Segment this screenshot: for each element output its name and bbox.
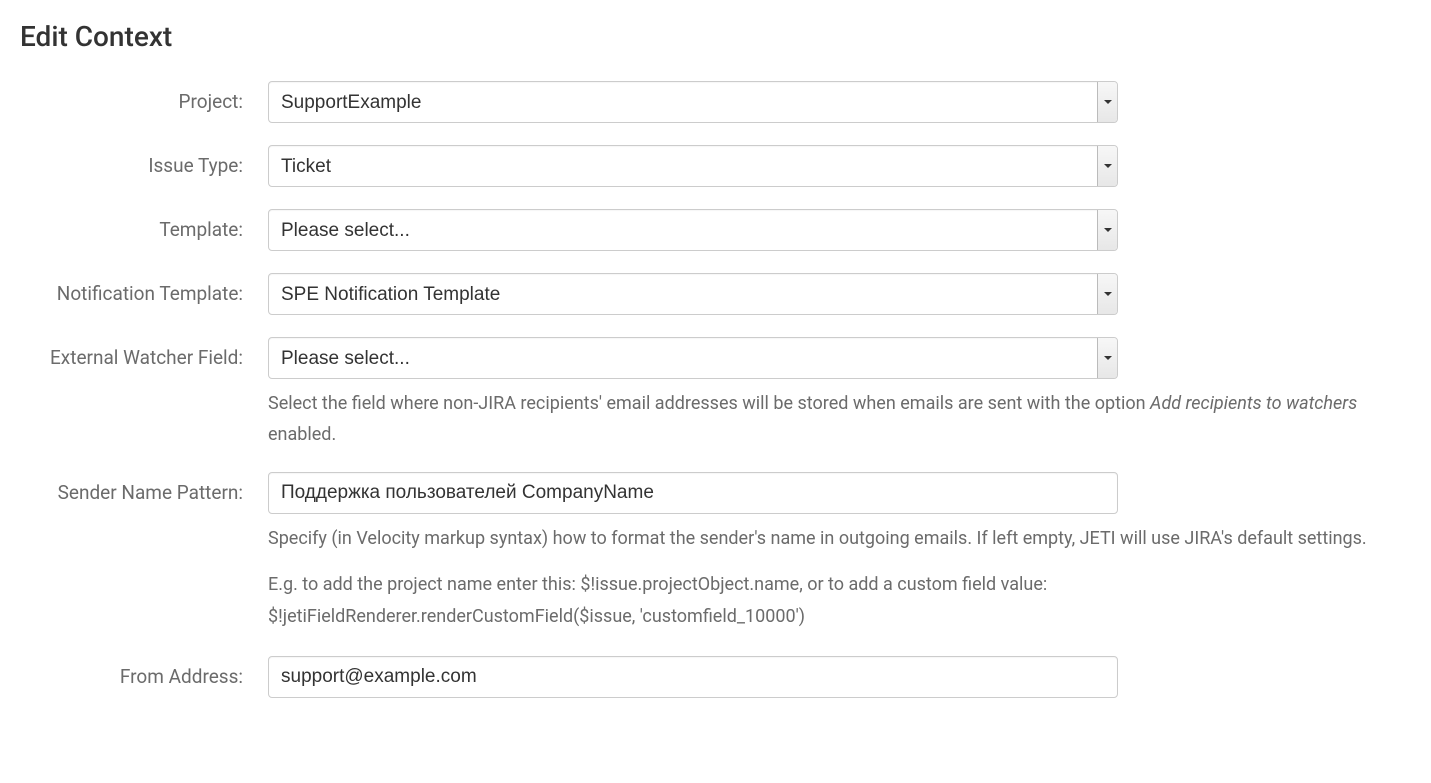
sender-name-row: Sender Name Pattern: Specify (in Velocit…	[20, 472, 1411, 633]
sender-name-label: Sender Name Pattern:	[20, 472, 268, 508]
external-watcher-select[interactable]: Please select...	[268, 337, 1118, 379]
notification-template-label: Notification Template:	[20, 273, 268, 309]
template-row: Template: Please select...	[20, 209, 1411, 251]
page-title: Edit Context	[20, 20, 1411, 53]
issue-type-label: Issue Type:	[20, 145, 268, 181]
notification-template-select[interactable]: SPE Notification Template	[268, 273, 1118, 315]
project-label: Project:	[20, 81, 268, 117]
from-address-label: From Address:	[20, 656, 268, 692]
edit-context-form: Project: SupportExample Issue Type: Tick…	[20, 81, 1411, 698]
from-address-row: From Address:	[20, 656, 1411, 698]
issue-type-select[interactable]: Ticket	[268, 145, 1118, 187]
template-label: Template:	[20, 209, 268, 245]
sender-name-help: Specify (in Velocity markup syntax) how …	[268, 524, 1411, 555]
from-address-input[interactable]	[268, 656, 1118, 698]
sender-name-input[interactable]	[268, 472, 1118, 514]
external-watcher-help: Select the field where non-JIRA recipien…	[268, 389, 1411, 450]
notification-template-row: Notification Template: SPE Notification …	[20, 273, 1411, 315]
external-watcher-row: External Watcher Field: Please select...…	[20, 337, 1411, 450]
project-row: Project: SupportExample	[20, 81, 1411, 123]
template-select[interactable]: Please select...	[268, 209, 1118, 251]
project-select[interactable]: SupportExample	[268, 81, 1118, 123]
external-watcher-label: External Watcher Field:	[20, 337, 268, 373]
sender-name-example: E.g. to add the project name enter this:…	[268, 569, 1411, 634]
issue-type-row: Issue Type: Ticket	[20, 145, 1411, 187]
